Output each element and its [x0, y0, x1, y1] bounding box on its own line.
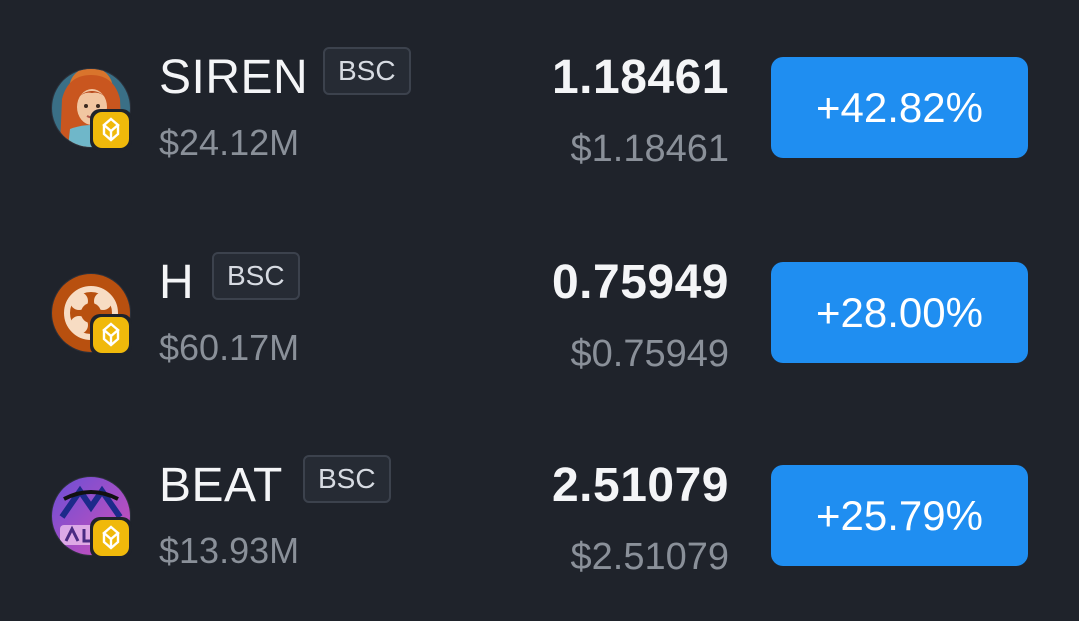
token-row[interactable]: BEAT BSC $13.93M 2.51079 $2.51079 +25.79…	[0, 443, 1079, 583]
token-avatar	[51, 476, 132, 559]
bnb-chain-icon	[90, 109, 132, 151]
market-cap: $60.17M	[159, 327, 300, 368]
market-cap: $24.12M	[159, 122, 300, 163]
token-price-usd: $0.75949	[570, 333, 730, 375]
token-price-usd: $2.51079	[570, 536, 730, 578]
price-change-button[interactable]: +42.82%	[771, 57, 1028, 158]
token-avatar	[51, 273, 132, 356]
chain-tag: BSC	[212, 252, 300, 300]
token-symbol: SIREN	[159, 51, 309, 104]
price-change-button[interactable]: +25.79%	[771, 465, 1028, 566]
token-row[interactable]: H BSC $60.17M 0.75949 $0.75949 +28.00%	[0, 240, 1079, 380]
token-symbol: BEAT	[159, 459, 283, 512]
token-price: 2.51079	[551, 459, 729, 512]
token-price-usd: $1.18461	[570, 128, 730, 170]
chain-tag: BSC	[303, 455, 391, 503]
token-avatar	[51, 68, 132, 151]
token-symbol: H	[159, 256, 195, 309]
bnb-chain-icon	[90, 517, 132, 559]
token-price: 0.75949	[551, 256, 729, 309]
token-price: 1.18461	[551, 51, 729, 104]
token-row[interactable]: SIREN BSC $24.12M 1.18461 $1.18461 +42.8…	[0, 35, 1079, 175]
market-cap: $13.93M	[159, 530, 300, 571]
token-list: SIREN BSC $24.12M 1.18461 $1.18461 +42.8…	[0, 0, 1079, 621]
price-change-button[interactable]: +28.00%	[771, 262, 1028, 363]
chain-tag: BSC	[323, 47, 411, 95]
bnb-chain-icon	[90, 314, 132, 356]
